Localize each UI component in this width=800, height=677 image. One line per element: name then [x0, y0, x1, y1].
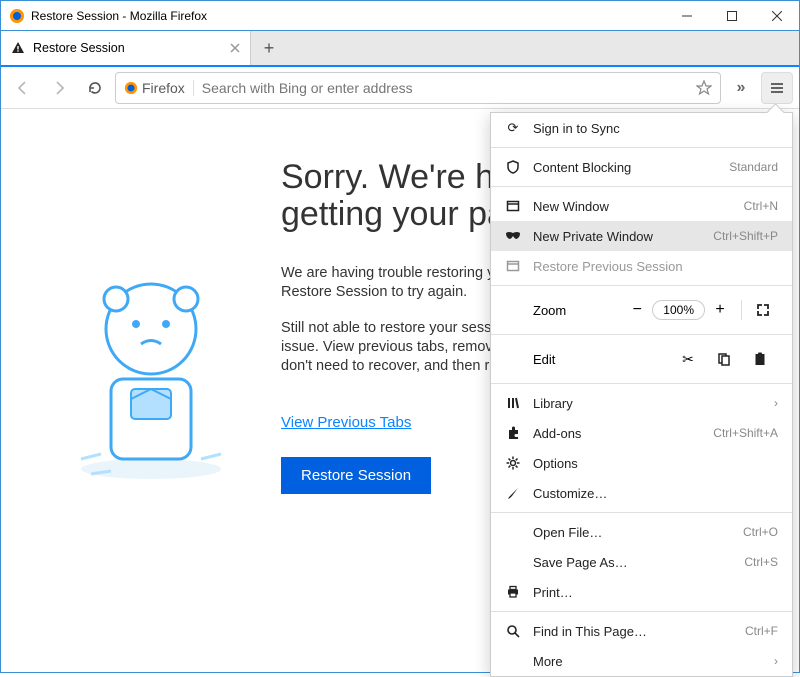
menu-addons[interactable]: Add-ons Ctrl+Shift+A — [491, 418, 792, 448]
sad-bear-illustration — [61, 259, 241, 489]
view-previous-tabs-link[interactable]: View Previous Tabs — [281, 414, 411, 431]
paste-button[interactable] — [742, 352, 778, 366]
menu-library[interactable]: Library › — [491, 388, 792, 418]
paintbrush-icon — [505, 486, 521, 500]
identity-box[interactable]: Firefox — [124, 80, 194, 96]
back-button[interactable] — [7, 72, 39, 104]
puzzle-icon — [505, 426, 521, 440]
restore-session-button[interactable]: Restore Session — [281, 457, 431, 494]
close-button[interactable] — [754, 1, 799, 30]
printer-icon — [505, 585, 521, 599]
menu-separator — [491, 334, 792, 335]
zoom-in-button[interactable]: + — [705, 295, 735, 325]
url-input[interactable] — [202, 80, 696, 96]
zoom-value[interactable]: 100% — [652, 300, 705, 320]
library-icon — [505, 396, 521, 410]
edit-label: Edit — [505, 352, 670, 367]
nav-toolbar: Firefox » — [1, 67, 799, 109]
menu-separator — [491, 186, 792, 187]
address-bar[interactable]: Firefox — [115, 72, 721, 104]
menu-customize[interactable]: Customize… — [491, 478, 792, 508]
tab-restore-session[interactable]: Restore Session — [1, 31, 251, 65]
minimize-button[interactable] — [664, 1, 709, 30]
copy-button[interactable] — [706, 352, 742, 366]
menu-options[interactable]: Options — [491, 448, 792, 478]
menu-find-in-page[interactable]: Find in This Page… Ctrl+F — [491, 616, 792, 646]
tab-close-icon[interactable] — [230, 43, 240, 53]
window-controls — [664, 1, 799, 30]
menu-new-private-window[interactable]: New Private Window Ctrl+Shift+P — [491, 221, 792, 251]
menu-sign-in-sync[interactable]: ⟳ Sign in to Sync — [491, 113, 792, 143]
forward-button[interactable] — [43, 72, 75, 104]
menu-separator — [491, 611, 792, 612]
menu-separator — [491, 383, 792, 384]
new-tab-button[interactable]: + — [251, 31, 287, 65]
chevron-right-icon: › — [774, 396, 778, 410]
chevron-right-icon: › — [774, 654, 778, 668]
menu-edit-row: Edit ✂ — [491, 339, 792, 379]
menu-separator — [491, 512, 792, 513]
bookmark-star-icon[interactable] — [696, 80, 712, 96]
zoom-label: Zoom — [505, 303, 622, 318]
menu-zoom-row: Zoom − 100% + — [491, 290, 792, 330]
title-bar: Restore Session - Mozilla Firefox — [1, 1, 799, 31]
maximize-button[interactable] — [709, 1, 754, 30]
menu-new-window[interactable]: New Window Ctrl+N — [491, 191, 792, 221]
window-title: Restore Session - Mozilla Firefox — [31, 9, 664, 23]
menu-separator — [491, 147, 792, 148]
firefox-icon — [124, 81, 138, 95]
tab-label: Restore Session — [33, 41, 230, 55]
menu-save-page-as[interactable]: Save Page As… Ctrl+S — [491, 547, 792, 577]
warning-icon — [11, 41, 25, 55]
menu-open-file[interactable]: Open File… Ctrl+O — [491, 517, 792, 547]
window-icon — [505, 199, 521, 213]
brand-label: Firefox — [142, 80, 185, 96]
app-menu: ⟳ Sign in to Sync Content Blocking Stand… — [490, 112, 793, 677]
menu-print[interactable]: Print… — [491, 577, 792, 607]
restore-icon — [505, 259, 521, 273]
tab-strip: Restore Session + — [1, 31, 799, 67]
gear-icon — [505, 456, 521, 470]
sync-icon: ⟳ — [505, 120, 521, 136]
menu-content-blocking[interactable]: Content Blocking Standard — [491, 152, 792, 182]
app-menu-button[interactable] — [761, 72, 793, 104]
search-icon — [505, 624, 521, 638]
reload-button[interactable] — [79, 72, 111, 104]
mask-icon — [505, 231, 521, 241]
menu-more[interactable]: More › — [491, 646, 792, 676]
cut-button[interactable]: ✂ — [670, 351, 706, 368]
zoom-out-button[interactable]: − — [622, 295, 652, 325]
overflow-button[interactable]: » — [725, 72, 757, 104]
fullscreen-button[interactable] — [748, 295, 778, 325]
menu-separator — [491, 285, 792, 286]
divider — [741, 300, 742, 320]
firefox-icon — [9, 8, 25, 24]
shield-icon — [505, 160, 521, 174]
menu-restore-previous-session[interactable]: Restore Previous Session — [491, 251, 792, 281]
